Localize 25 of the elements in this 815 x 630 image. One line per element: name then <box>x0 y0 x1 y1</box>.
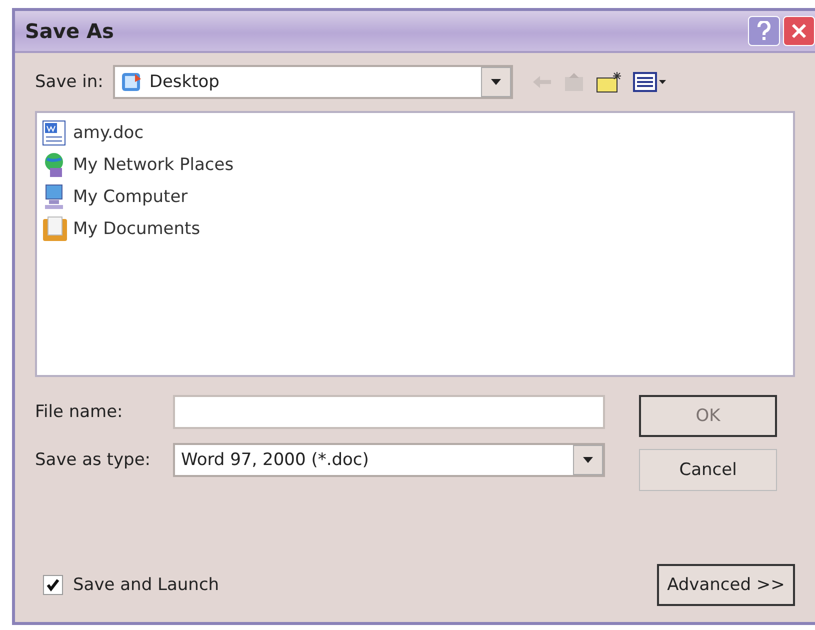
cancel-button[interactable]: Cancel <box>639 449 777 491</box>
window-title: Save As <box>25 19 114 43</box>
file-item[interactable]: My Documents <box>41 215 789 243</box>
help-button[interactable] <box>748 16 780 46</box>
file-name-input[interactable] <box>173 395 605 429</box>
file-item[interactable]: My Network Places <box>41 151 789 179</box>
checkbox[interactable] <box>43 575 63 595</box>
file-item[interactable]: amy.doc <box>41 119 789 147</box>
save-as-type-label: Save as type: <box>35 450 152 470</box>
checkmark-icon <box>46 578 60 592</box>
view-menu-icon[interactable] <box>633 72 668 92</box>
caret-icon <box>583 457 593 463</box>
save-in-dropdown[interactable]: Desktop <box>113 65 514 99</box>
save-as-type-dropdown[interactable]: Word 97, 2000 (*.doc) <box>173 443 605 477</box>
close-icon <box>791 23 807 39</box>
advanced-button[interactable]: Advanced >> <box>657 564 795 606</box>
caret-icon <box>491 79 502 85</box>
close-button[interactable] <box>783 16 815 46</box>
file-item[interactable]: My Computer <box>41 183 789 211</box>
question-mark-icon <box>757 21 771 41</box>
desktop-icon <box>121 71 144 93</box>
new-folder-icon[interactable] <box>595 70 624 94</box>
file-name-label: File name: <box>35 402 124 422</box>
save-and-launch-label: Save and Launch <box>73 575 220 595</box>
save-in-label: Save in: <box>35 72 104 92</box>
